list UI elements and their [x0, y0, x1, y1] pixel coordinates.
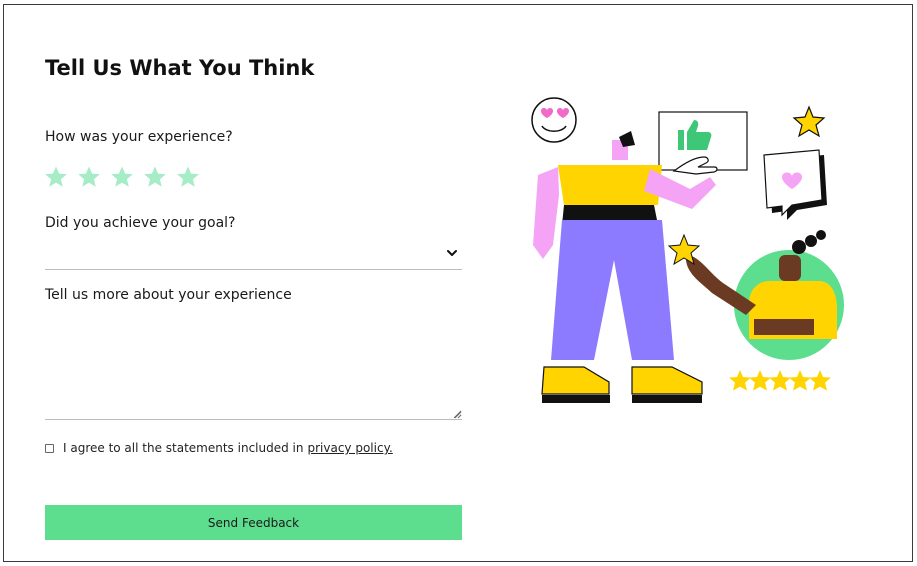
- agreement-row: I agree to all the statements included i…: [45, 441, 393, 455]
- send-feedback-button[interactable]: Send Feedback: [45, 505, 462, 540]
- star-rating[interactable]: [44, 165, 200, 189]
- resize-grip-icon[interactable]: [454, 411, 462, 419]
- star-1-icon[interactable]: [44, 165, 68, 189]
- page-title: Tell Us What You Think: [45, 56, 315, 80]
- heart-speech-bubble-icon: [763, 149, 827, 220]
- feedback-card: Tell Us What You Think How was your expe…: [3, 4, 913, 562]
- privacy-policy-link[interactable]: privacy policy.: [307, 441, 392, 455]
- five-star-rating-icon: [729, 370, 831, 391]
- details-question-label: Tell us more about your experience: [45, 287, 292, 303]
- rating-question-label: How was your experience?: [45, 129, 233, 145]
- woman-figure: [667, 230, 844, 360]
- star-2-icon[interactable]: [77, 165, 101, 189]
- star-5-icon[interactable]: [176, 165, 200, 189]
- goal-question-label: Did you achieve your goal?: [45, 215, 236, 231]
- details-textarea[interactable]: [45, 311, 462, 420]
- feedback-illustration: [531, 97, 844, 403]
- agreement-text: I agree to all the statements included i…: [63, 441, 304, 455]
- star-3-icon[interactable]: [110, 165, 134, 189]
- star-icon: [792, 105, 826, 138]
- chevron-down-icon[interactable]: [446, 247, 458, 259]
- goal-select[interactable]: [45, 239, 462, 270]
- heart-eyes-emoji-icon: [531, 97, 577, 143]
- star-4-icon[interactable]: [143, 165, 167, 189]
- agree-checkbox[interactable]: [45, 443, 54, 453]
